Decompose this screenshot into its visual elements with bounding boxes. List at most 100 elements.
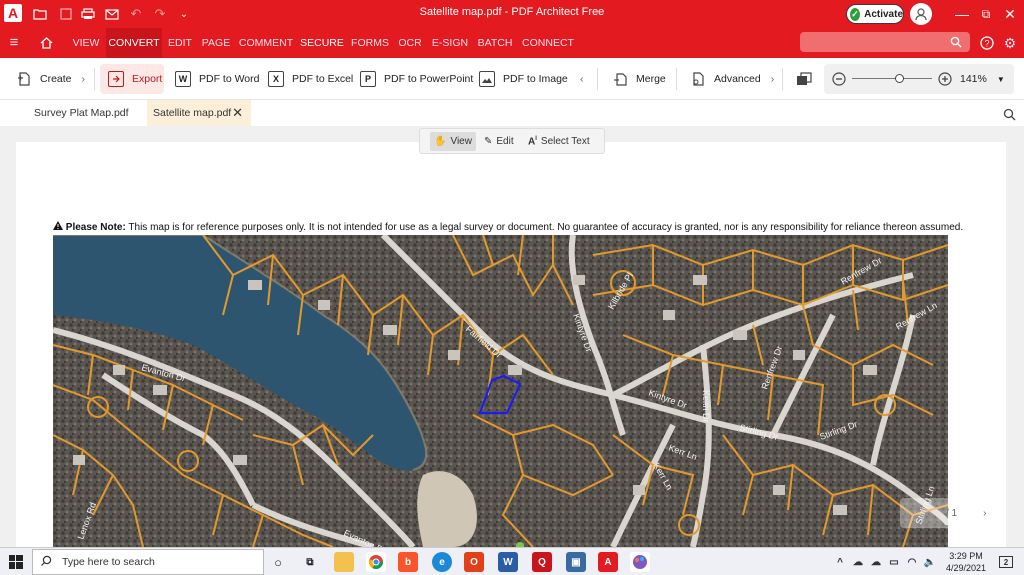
pdf-to-excel-label: PDF to Excel [292,73,354,85]
zoom-out-icon[interactable] [832,68,846,90]
pdf-to-word-label: PDF to Word [199,73,260,85]
tab-convert[interactable]: CONVERT [106,28,162,58]
show-hidden-icons[interactable]: ^ [830,552,850,572]
cortana-icon[interactable]: ○ [268,552,288,572]
tab-edit[interactable]: EDIT [166,28,194,58]
create-button[interactable]: Create › [16,68,85,90]
tab-e-sign[interactable]: E-SIGN [430,28,470,58]
close-tab-icon[interactable]: ✕ [232,100,243,126]
chrome-icon[interactable] [366,552,386,572]
taskbar-search-icon [41,555,52,569]
taskbar-search-input[interactable]: Type here to search [32,549,264,575]
remote-desktop-icon[interactable]: ▣ [566,552,586,572]
settings-gear-icon[interactable]: ⚙ [1000,28,1020,58]
doc-tab-label: Satellite map.pdf [153,107,232,119]
search-input[interactable] [800,32,970,52]
right-search-icon[interactable] [1003,108,1016,121]
onedrive-icon[interactable]: ☁ [848,552,868,572]
zoom-slider[interactable] [852,68,932,90]
street-label: Keith Dr [701,390,711,423]
cloud-sync-icon[interactable]: ☁ [866,552,886,572]
zoom-in-icon[interactable] [938,68,952,90]
pdf-to-excel-button[interactable]: X PDF to Excel [268,68,353,90]
close-window-icon[interactable]: ✕ [1000,4,1020,24]
edit-mode-button[interactable]: ✎ Edit [484,132,514,151]
doc-tab-survey-plat-map[interactable]: Survey Plat Map.pdf [28,100,135,126]
page-count: / 1 [946,507,958,519]
tab-view[interactable]: VIEW [68,28,104,58]
system-clock[interactable]: 3:29 PM 4/29/2021 [946,550,986,574]
pdf-to-image-label: PDF to Image [503,73,568,85]
tab-ocr[interactable]: OCR [396,28,424,58]
check-icon: ✓ [850,7,861,21]
restore-icon[interactable]: ⧉ [976,4,996,24]
satellite-map-image: Evanton Dr Evanton Dr Kintyre Dr Kilbrid… [53,235,948,547]
paint-icon[interactable] [630,552,650,572]
tab-comment[interactable]: COMMENT [238,28,294,58]
pdf-to-word-button[interactable]: W PDF to Word [175,68,260,90]
select-text-button[interactable]: AI Select Text [528,132,590,151]
pdf-architect-icon[interactable]: A [598,552,618,572]
toolbar-divider [94,68,95,90]
title-bar: A ↶ ↷ ⌄ Satellite map.pdf - PDF Architec… [0,0,1024,28]
edit-mode-label: Edit [496,136,514,147]
pdf-to-powerpoint-label: PDF to PowerPoint [384,73,474,85]
note-text: This map is for reference purposes only.… [125,222,964,233]
windows-start-icon[interactable] [6,552,26,572]
minimize-icon[interactable]: — [952,4,972,24]
mode-switcher: ✋ View ✎ Edit AI Select Text [419,128,605,154]
word-app-icon[interactable]: W [498,552,518,572]
pdf-to-image-button[interactable]: PDF to Image [479,68,568,90]
home-icon[interactable] [34,28,58,58]
zoom-level-value: 141% [960,73,987,85]
pdf-app-icon[interactable]: Q [532,552,552,572]
office-icon[interactable]: O [464,552,484,572]
search-icon [950,36,962,48]
user-avatar-icon[interactable] [910,3,932,25]
network-icon[interactable]: ▭ [884,552,904,572]
clock-time: 3:29 PM [949,551,983,561]
help-icon[interactable]: ? [978,28,996,58]
image-icon [479,71,495,87]
page-fit-icon[interactable] [796,68,812,90]
edge-icon[interactable]: e [432,552,452,572]
advanced-button[interactable]: Advanced › [690,68,774,90]
tab-secure[interactable]: SECURE [300,28,344,58]
disclaimer-note: Please Note: This map is for reference p… [53,221,983,233]
wifi-icon[interactable]: ◠ [902,552,922,572]
page-navigator[interactable]: / 1 › [900,498,1004,528]
volume-icon[interactable]: 🔈 [920,552,940,572]
note-heading: Please Note: [65,222,126,233]
ribbon-tabs: ≡ VIEW CONVERT EDIT PAGE COMMENT SECURE … [0,28,1024,58]
brave-icon[interactable]: b [398,552,418,572]
tab-page[interactable]: PAGE [200,28,232,58]
toolbar-divider [676,68,677,90]
clock-date: 4/29/2021 [946,563,987,573]
create-chevron-icon: › [81,73,86,85]
zoom-slider-thumb[interactable] [895,74,905,83]
pencil-icon: ✎ [484,136,493,147]
view-mode-label: View [450,136,472,147]
advanced-chevron-icon: › [770,73,775,85]
notification-count: 2 [999,556,1013,568]
merge-label: Merge [636,73,666,85]
tab-connect[interactable]: CONNECT [520,28,576,58]
export-button[interactable]: Export [108,68,162,90]
activate-button[interactable]: ✓ Activate [846,4,904,24]
scroll-left-chevron-icon[interactable]: ‹ [580,68,584,90]
export-icon [108,71,124,87]
pdf-to-powerpoint-button[interactable]: P PDF to PowerPoint [360,68,473,90]
task-view-icon[interactable]: ⧉ [300,552,320,572]
zoom-level-select[interactable]: 141% ▼ [960,68,1005,90]
next-page-icon[interactable]: › [983,508,986,519]
file-explorer-icon[interactable] [334,552,354,572]
advanced-icon [690,71,706,87]
tab-batch[interactable]: BATCH [476,28,514,58]
tab-forms[interactable]: FORMS [350,28,390,58]
hamburger-menu-icon[interactable]: ≡ [2,28,26,58]
view-mode-button[interactable]: ✋ View [430,132,476,151]
merge-button[interactable]: Merge [612,68,666,90]
svg-text:?: ? [984,39,989,49]
notifications-icon[interactable]: 2 [996,552,1016,572]
doc-tab-satellite-map[interactable]: Satellite map.pdf ✕ [147,100,251,126]
